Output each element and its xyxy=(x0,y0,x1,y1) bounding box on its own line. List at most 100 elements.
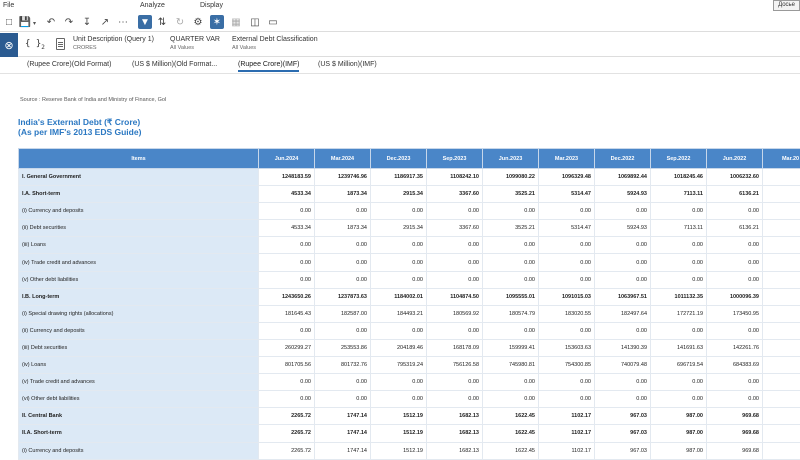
table-cell[interactable]: 1622.45 xyxy=(482,407,539,426)
row-label[interactable]: (i) Currency and deposits xyxy=(18,202,259,221)
table-cell[interactable]: 1104874.50 xyxy=(426,287,483,306)
table-cell[interactable]: 684383.69 xyxy=(706,356,763,375)
table-cell[interactable]: 1069892.44 xyxy=(594,167,651,187)
table-cell[interactable]: 986 xyxy=(762,287,800,306)
table-cell[interactable]: 1682.13 xyxy=(426,407,483,426)
table-cell[interactable]: 0.00 xyxy=(426,270,483,289)
table-cell[interactable]: 967.03 xyxy=(594,441,651,460)
table-cell[interactable]: 1747.14 xyxy=(314,441,371,460)
table-cell[interactable]: 1239746.96 xyxy=(314,167,371,187)
table-cell[interactable]: 801732.76 xyxy=(314,356,371,375)
table-cell[interactable]: 5924.93 xyxy=(594,185,651,204)
row-label[interactable]: (i) Special drawing rights (allocations) xyxy=(18,304,259,323)
table-cell[interactable]: 993 xyxy=(762,167,800,187)
table-cell[interactable]: 1682.13 xyxy=(426,441,483,460)
row-label[interactable]: (vi) Other debt liabilities xyxy=(18,390,259,409)
table-cell[interactable]: 1186917.35 xyxy=(370,167,427,187)
table-cell[interactable]: 2915.34 xyxy=(370,185,427,204)
table-cell[interactable]: 1063967.51 xyxy=(594,287,651,306)
table-cell[interactable]: 0.00 xyxy=(706,270,763,289)
table-cell[interactable]: 2265.72 xyxy=(258,424,315,443)
table-cell[interactable]: 181645.43 xyxy=(258,304,315,323)
table-cell[interactable]: 182497.64 xyxy=(594,304,651,323)
table-cell[interactable]: 183020.55 xyxy=(538,304,595,323)
table-cell[interactable]: 1102.17 xyxy=(538,441,595,460)
table-cell[interactable]: 141691.63 xyxy=(650,338,707,358)
table-cell[interactable]: 754300.85 xyxy=(538,356,595,375)
column-header[interactable]: Jun.2023 xyxy=(482,148,539,169)
table-cell[interactable]: 987.00 xyxy=(650,441,707,460)
table-cell[interactable]: 0.00 xyxy=(258,390,315,409)
table-cell[interactable]: 0.00 xyxy=(426,236,483,255)
table-cell[interactable]: 987.00 xyxy=(650,407,707,426)
table-cell[interactable]: 1000096.39 xyxy=(706,287,763,306)
monitor-icon[interactable]: ▭ xyxy=(266,15,280,29)
table-cell[interactable]: 0.00 xyxy=(650,253,707,272)
table-cell[interactable]: 1096329.48 xyxy=(538,167,595,187)
table-cell[interactable]: 664 xyxy=(762,356,800,375)
table-cell[interactable]: 159999.41 xyxy=(482,338,539,358)
tab-usd-imf[interactable]: (US $ Million)(IMF) xyxy=(318,61,377,68)
table-cell[interactable]: 0.00 xyxy=(314,236,371,255)
table-cell[interactable]: 795319.24 xyxy=(370,356,427,375)
table-cell[interactable]: 4533.34 xyxy=(258,219,315,238)
table-cell[interactable]: 0.00 xyxy=(706,321,763,340)
more-icon[interactable]: ⋯ xyxy=(116,15,130,29)
row-label[interactable]: (i) Currency and deposits xyxy=(18,441,259,460)
table-cell[interactable]: 0.00 xyxy=(314,373,371,392)
table-cell[interactable]: 182587.00 xyxy=(314,304,371,323)
table-cell[interactable]: 0.00 xyxy=(370,236,427,255)
table-cell[interactable]: 253553.86 xyxy=(314,338,371,358)
table-cell[interactable]: 0.00 xyxy=(370,321,427,340)
table-cell[interactable]: 2265.72 xyxy=(258,407,315,426)
table-cell[interactable]: 987.00 xyxy=(650,424,707,443)
table-cell[interactable]: 969.68 xyxy=(706,407,763,426)
document-icon[interactable] xyxy=(56,38,65,50)
row-label[interactable]: (v) Other debt liabilities xyxy=(18,270,259,289)
table-cell[interactable]: 0.00 xyxy=(258,373,315,392)
column-header[interactable]: Mar.2024 xyxy=(314,148,371,169)
table-cell[interactable] xyxy=(762,407,800,426)
table-cell[interactable]: 260299.27 xyxy=(258,338,315,358)
table-cell[interactable]: 184493.21 xyxy=(370,304,427,323)
share-icon[interactable]: ↗ xyxy=(98,15,112,29)
pin-icon[interactable]: ✶ xyxy=(210,15,224,29)
row-label[interactable]: (iv) Loans xyxy=(18,356,259,375)
table-cell[interactable]: 0.00 xyxy=(650,321,707,340)
redo-icon[interactable]: ↷ xyxy=(62,15,76,29)
table-cell[interactable]: 148 xyxy=(762,338,800,358)
undo-icon[interactable]: ↶ xyxy=(44,15,58,29)
table-cell[interactable]: 4533.34 xyxy=(258,185,315,204)
table-cell[interactable]: 0.00 xyxy=(314,253,371,272)
table-cell[interactable]: 0.00 xyxy=(482,390,539,409)
table-cell[interactable]: 1512.19 xyxy=(370,407,427,426)
table-cell[interactable]: 0.00 xyxy=(482,202,539,221)
row-label[interactable]: I. General Government xyxy=(18,167,259,187)
table-cell[interactable]: 0.00 xyxy=(650,390,707,409)
table-cell[interactable]: 0.00 xyxy=(314,390,371,409)
chart-icon[interactable]: ◫ xyxy=(248,15,262,29)
table-cell[interactable]: 0.00 xyxy=(594,202,651,221)
table-cell[interactable] xyxy=(762,202,800,221)
dimension-quarter[interactable]: QUARTER VAR All Values xyxy=(170,36,220,51)
table-cell[interactable]: 0.00 xyxy=(706,236,763,255)
table-cell[interactable]: 3367.60 xyxy=(426,185,483,204)
table-cell[interactable]: 1018245.46 xyxy=(650,167,707,187)
filter-icon[interactable]: ▼ xyxy=(138,15,152,29)
table-cell[interactable]: 0.00 xyxy=(706,253,763,272)
table-cell[interactable]: 204189.46 xyxy=(370,338,427,358)
table-cell[interactable]: 1102.17 xyxy=(538,407,595,426)
table-cell[interactable]: 172721.19 xyxy=(650,304,707,323)
table-cell[interactable]: 0.00 xyxy=(706,202,763,221)
table-cell[interactable]: 0.00 xyxy=(482,373,539,392)
table-cell[interactable]: 0.00 xyxy=(370,253,427,272)
table-cell[interactable]: 1622.45 xyxy=(482,441,539,460)
row-label[interactable]: (iii) Loans xyxy=(18,236,259,255)
table-cell[interactable]: 1095555.01 xyxy=(482,287,539,306)
table-cell[interactable]: 0.00 xyxy=(538,373,595,392)
table-cell[interactable]: 173 xyxy=(762,304,800,323)
table-cell[interactable]: 1011132.35 xyxy=(650,287,707,306)
table-cell[interactable]: 1099080.22 xyxy=(482,167,539,187)
table-cell[interactable]: 0.00 xyxy=(538,236,595,255)
table-cell[interactable]: 3525.21 xyxy=(482,219,539,238)
